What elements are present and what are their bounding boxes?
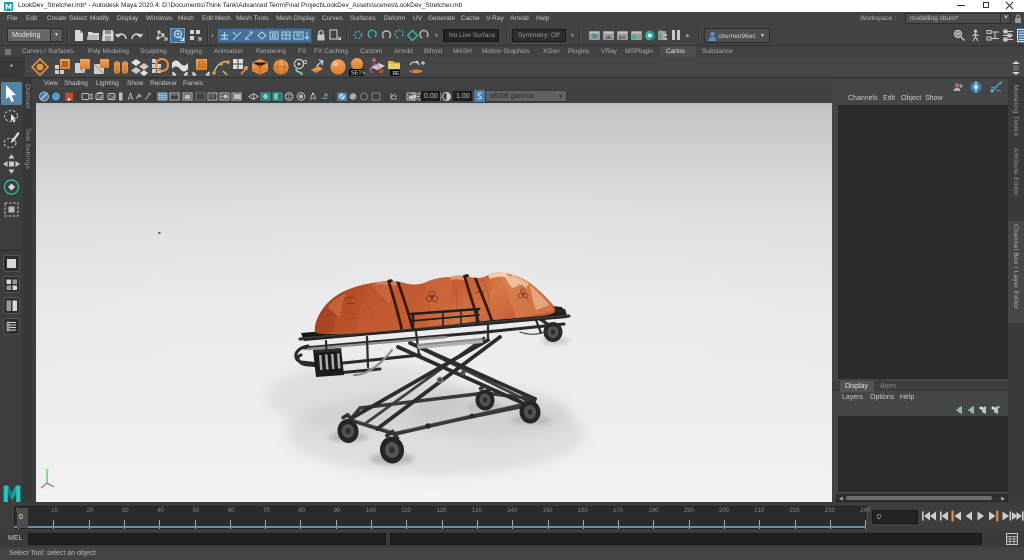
svg-text:24: 24: [97, 95, 103, 101]
svg-text:ips: ips: [619, 35, 626, 41]
svg-text:24: 24: [109, 95, 115, 101]
svg-text:SETS: SETS: [351, 71, 366, 77]
svg-text:RE: RE: [393, 71, 401, 77]
svg-text:persp: persp: [422, 491, 439, 498]
